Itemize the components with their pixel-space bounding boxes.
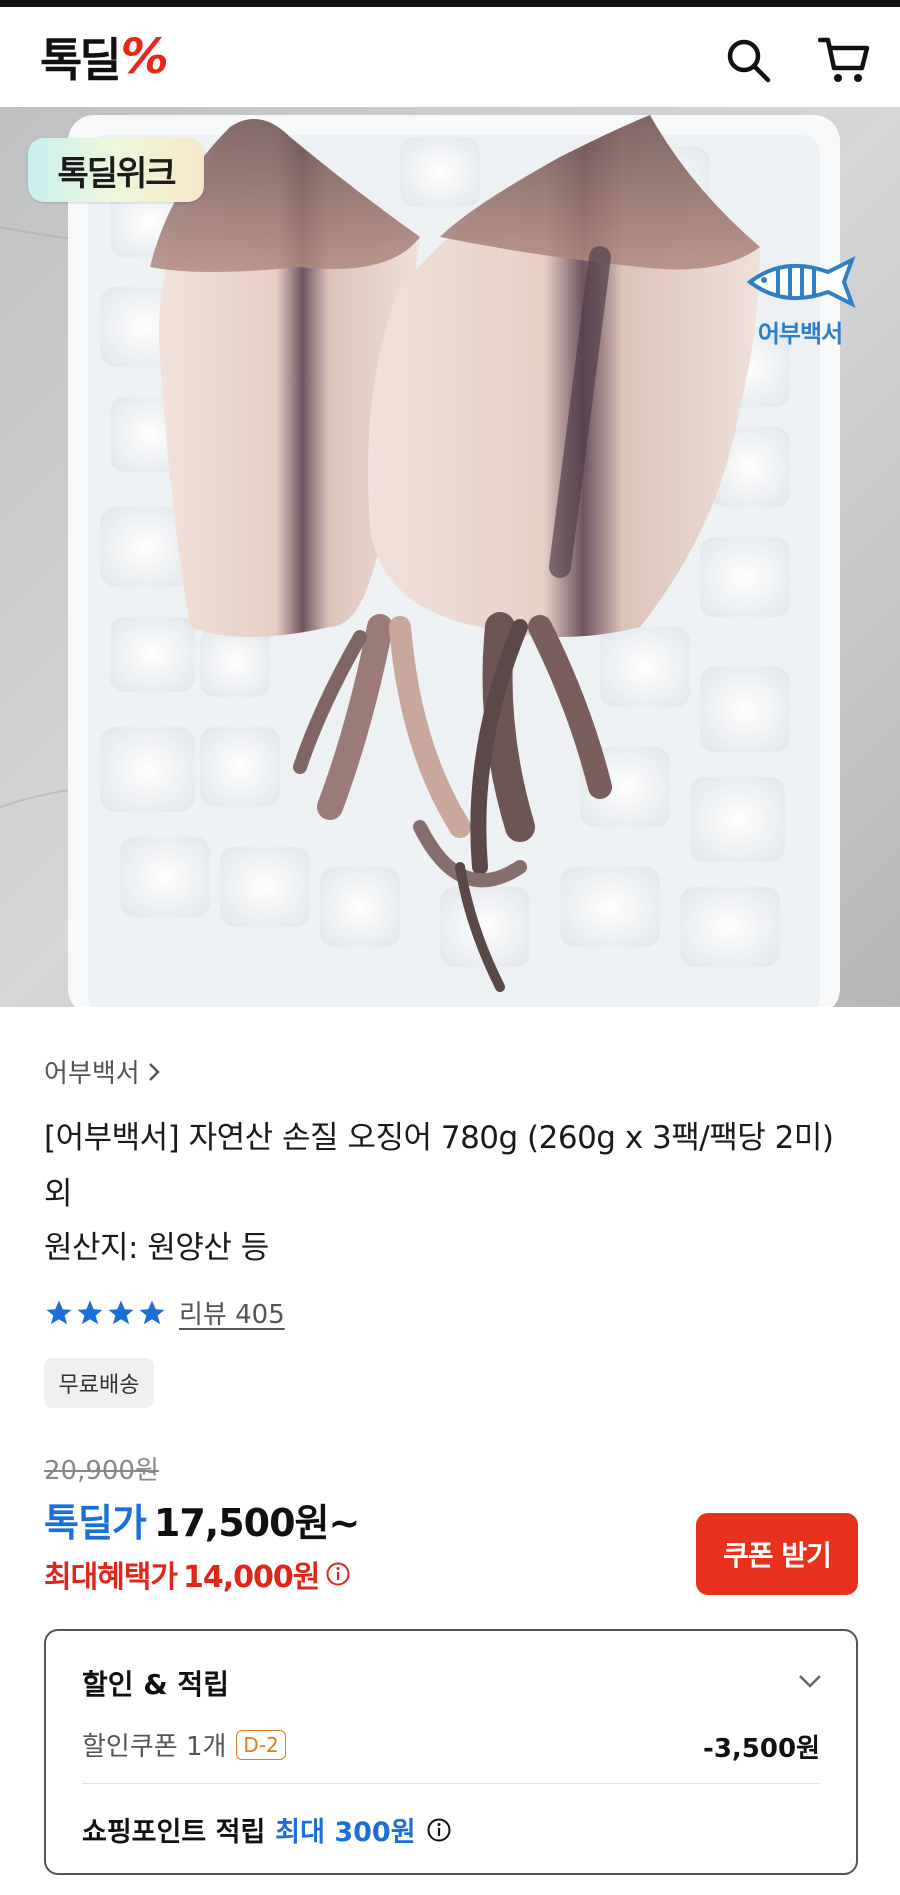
get-coupon-button[interactable]: 쿠폰 받기 (696, 1513, 858, 1595)
tokdeal-week-badge: 톡딜위크 (28, 138, 204, 202)
star-icon (46, 1300, 72, 1324)
chevron-right-icon (148, 1062, 160, 1081)
rating-row: 리뷰 405 (44, 1294, 285, 1331)
search-icon (727, 39, 771, 83)
product-image-carousel[interactable]: 어부백서 (0, 107, 900, 1007)
info-icon[interactable] (426, 1817, 452, 1843)
deal-price-row: 톡딜가 17,500원~ (44, 1492, 360, 1547)
coupon-label: 할인쿠폰 1개 (82, 1732, 227, 1762)
info-icon[interactable] (325, 1561, 351, 1587)
cart-icon (818, 37, 870, 82)
logo-text: 톡딜 (40, 33, 122, 87)
fish-logo-icon (746, 255, 856, 309)
squid-product-photo (0, 107, 900, 1007)
max-benefit-price: 14,000원 (183, 1560, 320, 1595)
max-benefit-label: 최대혜택가 (44, 1560, 178, 1595)
product-title: [어부백서] 자연산 손질 오징어 780g (260g x 3팩/팩당 2미)… (44, 1120, 834, 1212)
star-rating (44, 1298, 167, 1328)
free-shipping-badge: 무료배송 (44, 1358, 154, 1408)
status-strip (0, 0, 900, 7)
star-icon (77, 1300, 103, 1324)
logo[interactable]: 톡딜 % (40, 29, 169, 87)
discount-benefits-panel: 할인 & 적립 할인쿠폰 1개 D-2 -3,500원 쇼핑포인트 적립 최대 … (44, 1629, 858, 1875)
point-label: 쇼핑포인트 적립 (82, 1817, 266, 1848)
review-count-link[interactable]: 리뷰 405 (179, 1294, 285, 1331)
brand-badge-label: 어부백서 (757, 320, 843, 348)
point-value: 최대 300원 (275, 1817, 416, 1848)
seller-name: 어부백서 (44, 1059, 140, 1089)
seller-link[interactable]: 어부백서 (44, 1053, 164, 1090)
star-icon (139, 1300, 165, 1324)
deal-price: 17,500원~ (153, 1501, 360, 1545)
app-header: 톡딜 % (0, 7, 900, 107)
deal-price-label: 톡딜가 (44, 1501, 147, 1545)
divider (82, 1783, 820, 1784)
shopping-point-row: 쇼핑포인트 적립 최대 300원 (82, 1810, 452, 1849)
max-benefit-row: 최대혜택가 14,000원 (44, 1552, 351, 1596)
benefits-title: 할인 & 적립 (82, 1668, 229, 1701)
chevron-down-icon[interactable] (794, 1665, 826, 1697)
product-origin: 원산지: 원양산 등 (44, 1230, 269, 1266)
coupon-discount-value: -3,500원 (703, 1734, 820, 1764)
coupon-row: 할인쿠폰 1개 D-2 (82, 1726, 286, 1763)
logo-percent-symbol: % (120, 29, 169, 85)
cart-button[interactable] (816, 32, 872, 88)
star-icon (108, 1300, 134, 1324)
d-day-badge: D-2 (236, 1729, 286, 1760)
brand-badge: 어부백서 (740, 252, 860, 362)
search-button[interactable] (720, 32, 776, 88)
original-price: 20,900원 (44, 1456, 159, 1486)
